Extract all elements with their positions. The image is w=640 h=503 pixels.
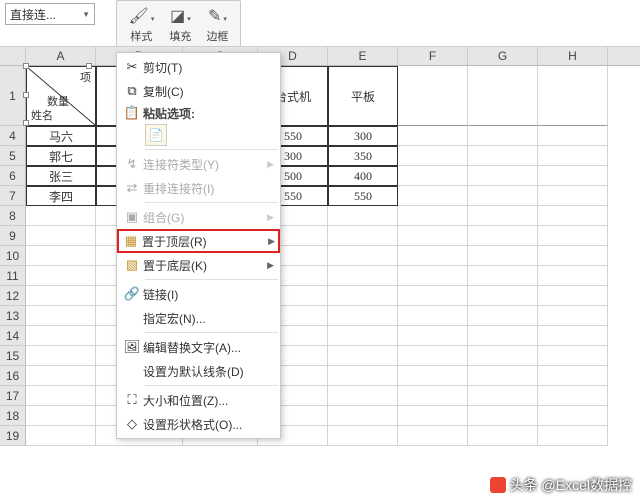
- shape-style-button[interactable]: 🖌▾ 样式: [129, 6, 155, 44]
- submenu-arrow-icon: ▶: [268, 236, 275, 247]
- menu-paste-option[interactable]: 📄: [117, 123, 280, 147]
- scissors-icon: ✂: [121, 59, 143, 75]
- menu-group: ▣ 组合(G) ▶: [117, 205, 280, 229]
- clipboard-icon: 📋: [121, 105, 143, 121]
- shape-outline-button[interactable]: ✎▾ 边框: [206, 6, 228, 44]
- table-row: 8: [0, 206, 640, 226]
- table-row: 9: [0, 226, 640, 246]
- table-row: 10: [0, 246, 640, 266]
- shape-fill-button[interactable]: ◪▾ 填充: [169, 6, 191, 44]
- header-tablet-cell[interactable]: 平板: [328, 66, 398, 126]
- menu-connector-type: ↯ 连接符类型(Y) ▶: [117, 152, 280, 176]
- menu-separator: [145, 149, 278, 150]
- col-header-A[interactable]: A: [26, 47, 96, 65]
- menu-bring-to-front[interactable]: ▦ 置于顶层(R) ▶: [117, 229, 280, 253]
- submenu-arrow-icon: ▶: [267, 212, 274, 223]
- outline-pen-icon: ✎▾: [208, 6, 227, 26]
- menu-hyperlink[interactable]: 🔗 链接(I): [117, 282, 280, 306]
- mini-toolbar: 🖌▾ 样式 ◪▾ 填充 ✎▾ 边框: [116, 0, 241, 50]
- header-name-label: 姓名: [31, 107, 53, 123]
- menu-paste-options-label: 📋 粘贴选项:: [117, 103, 280, 123]
- col-header-E[interactable]: E: [328, 47, 398, 65]
- row-header[interactable]: 17: [0, 386, 26, 406]
- menu-set-default-line[interactable]: 设置为默认线条(D): [117, 359, 280, 383]
- menu-separator: [145, 202, 278, 203]
- row-header[interactable]: 6: [0, 166, 26, 186]
- menu-send-to-back[interactable]: ▧ 置于底层(K) ▶: [117, 253, 280, 277]
- diagonal-header-cell[interactable]: 项 姓名 数量: [26, 66, 96, 126]
- table-row: 4 马六 550 300: [0, 126, 640, 146]
- group-icon: ▣: [121, 209, 143, 225]
- toutiao-logo-icon: [490, 477, 506, 493]
- menu-separator: [145, 332, 278, 333]
- column-headers: A B C D E F G H: [0, 46, 640, 66]
- fill-bucket-icon: ◪▾: [170, 6, 191, 26]
- image-icon: 🖼: [121, 339, 143, 355]
- menu-copy[interactable]: ⧉ 复制(C): [117, 79, 280, 103]
- name-box-text: 直接连...: [10, 6, 56, 23]
- col-header-F[interactable]: F: [398, 47, 468, 65]
- row-header[interactable]: 18: [0, 406, 26, 426]
- table-row: 6 张三 500 400: [0, 166, 640, 186]
- row-header[interactable]: 12: [0, 286, 26, 306]
- row-header[interactable]: 15: [0, 346, 26, 366]
- col-header-H[interactable]: H: [538, 47, 608, 65]
- table-row: 13: [0, 306, 640, 326]
- copy-icon: ⧉: [121, 83, 143, 99]
- table-row: 14: [0, 326, 640, 346]
- format-shape-icon: ◇: [121, 416, 143, 432]
- row-header[interactable]: 11: [0, 266, 26, 286]
- row-header[interactable]: 7: [0, 186, 26, 206]
- row-header[interactable]: 8: [0, 206, 26, 226]
- name-box[interactable]: 直接连... ▼: [5, 3, 95, 25]
- row-header[interactable]: 19: [0, 426, 26, 446]
- paint-brush-icon: 🖌▾: [129, 6, 155, 26]
- table-row: 7 李四 550 550: [0, 186, 640, 206]
- row-header[interactable]: 14: [0, 326, 26, 346]
- watermark: 头条 @Excel数据控: [490, 475, 632, 495]
- table-row: 16: [0, 366, 640, 386]
- table-row: 1 项 姓名 数量 手机 签记本 台式机 平板: [0, 66, 640, 86]
- paste-keep-source-icon: 📄: [145, 124, 167, 146]
- menu-assign-macro[interactable]: 指定宏(N)...: [117, 306, 280, 330]
- send-back-icon: ▧: [121, 257, 143, 273]
- submenu-arrow-icon: ▶: [267, 159, 274, 170]
- row-header[interactable]: 10: [0, 246, 26, 266]
- row-header-1[interactable]: 1: [0, 66, 26, 126]
- table-row: 11: [0, 266, 640, 286]
- link-icon: 🔗: [121, 286, 143, 302]
- connector-icon: ↯: [121, 156, 143, 172]
- menu-format-shape[interactable]: ◇ 设置形状格式(O)...: [117, 412, 280, 436]
- table-row: 17: [0, 386, 640, 406]
- row-header[interactable]: 16: [0, 366, 26, 386]
- spreadsheet-grid[interactable]: A B C D E F G H 1 项 姓名 数量 手机 签记本 台式机 平板: [0, 46, 640, 503]
- row-header[interactable]: 9: [0, 226, 26, 246]
- row-header[interactable]: 13: [0, 306, 26, 326]
- bring-front-icon: ▦: [120, 233, 142, 249]
- row-header[interactable]: 4: [0, 126, 26, 146]
- table-row: 19: [0, 426, 640, 446]
- menu-edit-alt-text[interactable]: 🖼 编辑替换文字(A)...: [117, 335, 280, 359]
- dropdown-icon: ▼: [82, 10, 90, 19]
- table-row: 15: [0, 346, 640, 366]
- submenu-arrow-icon: ▶: [267, 260, 274, 271]
- col-header-G[interactable]: G: [468, 47, 538, 65]
- table-row: 12: [0, 286, 640, 306]
- menu-separator: [145, 279, 278, 280]
- grid-rows: 1 项 姓名 数量 手机 签记本 台式机 平板: [0, 66, 640, 446]
- reroute-icon: ⇄: [121, 180, 143, 196]
- menu-reroute-connectors: ⇄ 重排连接符(I): [117, 176, 280, 200]
- table-row: 5 郭七 300 350: [0, 146, 640, 166]
- size-icon: ⛶: [121, 392, 143, 408]
- context-menu: ✂ 剪切(T) ⧉ 复制(C) 📋 粘贴选项: 📄 ↯ 连接符类型(Y) ▶ ⇄…: [116, 52, 281, 439]
- table-row: 18: [0, 406, 640, 426]
- menu-cut[interactable]: ✂ 剪切(T): [117, 55, 280, 79]
- menu-separator: [145, 385, 278, 386]
- header-proj-partial: 项: [80, 69, 91, 85]
- select-all-corner[interactable]: [0, 47, 26, 65]
- menu-size-position[interactable]: ⛶ 大小和位置(Z)...: [117, 388, 280, 412]
- row-header[interactable]: 5: [0, 146, 26, 166]
